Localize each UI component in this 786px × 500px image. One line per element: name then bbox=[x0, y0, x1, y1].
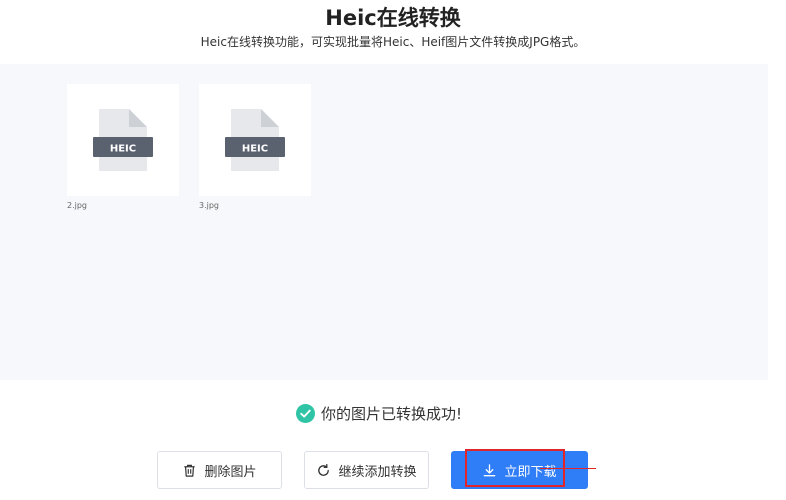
file-card[interactable]: HEIC 3.jpg bbox=[199, 84, 311, 210]
file-badge: HEIC bbox=[242, 144, 268, 155]
file-badge: HEIC bbox=[110, 144, 136, 155]
file-name: 3.jpg bbox=[199, 201, 220, 210]
page-subtitle: Heic在线转换功能，可实现批量将Heic、Heif图片文件转换成JPG格式。 bbox=[200, 35, 586, 49]
page-title: Heic在线转换 bbox=[325, 6, 461, 30]
continue-convert-button[interactable]: 继续添加转换 bbox=[304, 451, 429, 489]
success-message: 你的图片已转换成功! bbox=[296, 402, 462, 424]
download-icon bbox=[484, 463, 496, 476]
refresh-icon bbox=[318, 463, 330, 476]
download-button-label: 立即下载 bbox=[504, 464, 557, 480]
file-name: 2.jpg bbox=[67, 201, 88, 210]
trash-icon bbox=[184, 464, 196, 477]
file-thumbnail[interactable]: HEIC bbox=[199, 84, 311, 196]
delete-button-label: 删除图片 bbox=[204, 464, 257, 480]
check-circle-icon bbox=[296, 403, 315, 423]
download-button[interactable]: 立即下载 bbox=[451, 451, 588, 489]
heic-file-icon: HEIC bbox=[93, 109, 153, 171]
delete-images-button[interactable]: 删除图片 bbox=[157, 451, 282, 489]
file-list-panel: HEIC 2.jpg HEIC 3.jpg bbox=[0, 64, 768, 380]
file-card[interactable]: HEIC 2.jpg bbox=[67, 84, 179, 210]
heic-file-icon: HEIC bbox=[225, 109, 285, 171]
success-text: 你的图片已转换成功! bbox=[321, 404, 463, 423]
file-thumbnail[interactable]: HEIC bbox=[67, 84, 179, 196]
continue-button-label: 继续添加转换 bbox=[338, 464, 417, 480]
